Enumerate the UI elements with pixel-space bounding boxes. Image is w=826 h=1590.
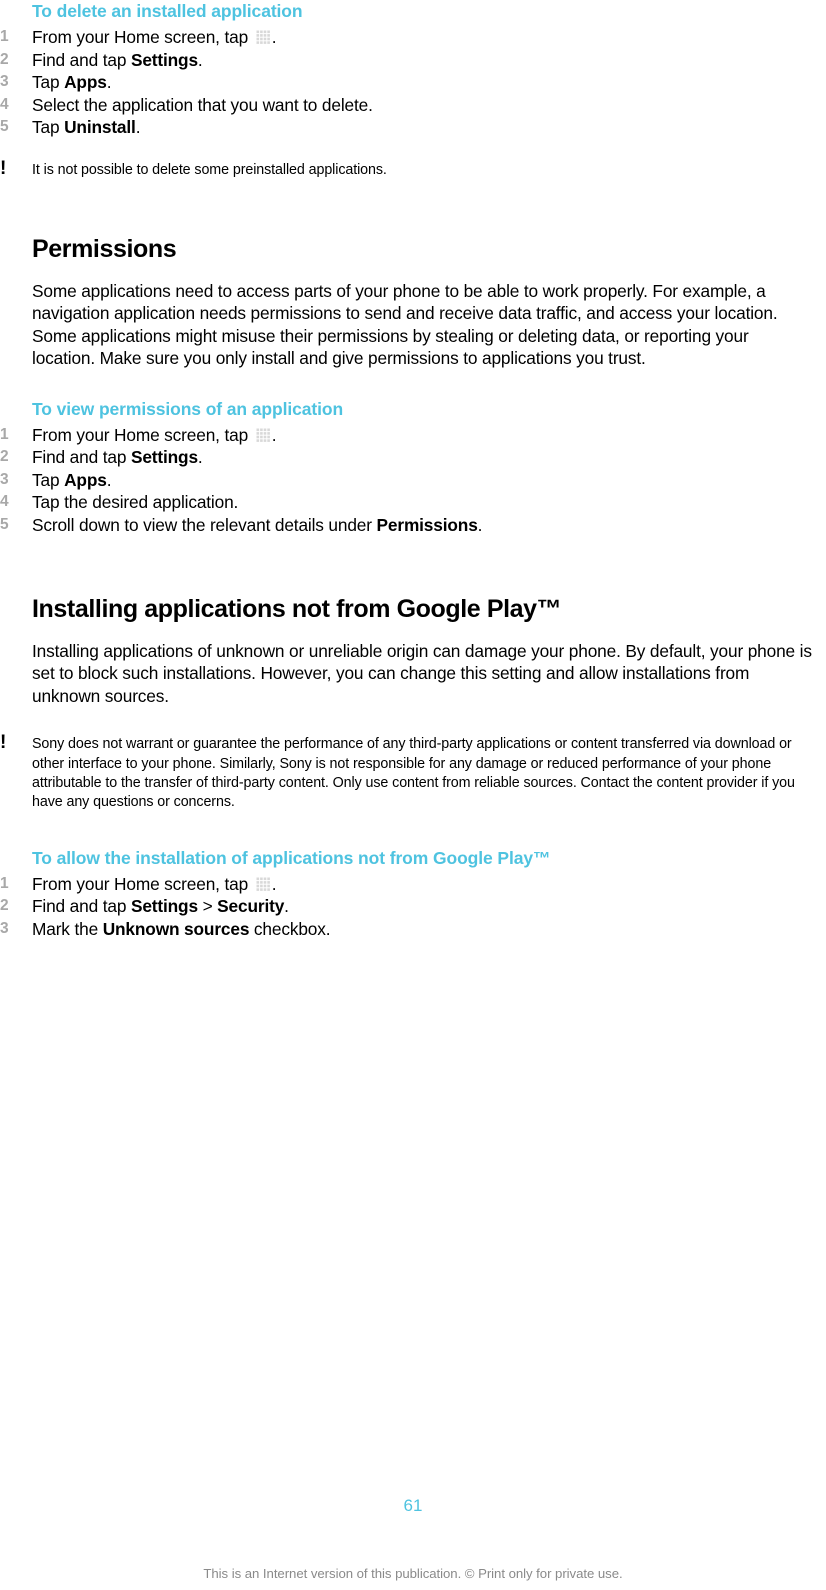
step-text-pre: Tap — [32, 117, 65, 137]
heading-view-permissions: To view permissions of an application — [32, 398, 344, 419]
app-drawer-grid-icon — [255, 876, 271, 892]
list-item: 5 Scroll down to view the relevant detai… — [0, 514, 826, 537]
heading-allow-installation-not-google-play: To allow the installation of application… — [32, 847, 551, 868]
step-number: 3 — [0, 73, 9, 90]
note-text: Sony does not warrant or guarantee the p… — [32, 736, 795, 811]
step-text-bold-2: Security — [217, 896, 285, 917]
step-text-bold: Settings — [130, 896, 198, 917]
step-text-pre: Find and tap — [32, 896, 131, 917]
step-text-bold: Apps — [64, 72, 107, 92]
step-number: 5 — [0, 515, 9, 533]
step-text-pre: From your Home screen, tap — [32, 873, 253, 894]
step-number: 2 — [0, 897, 9, 915]
step-text-separator: > — [197, 896, 218, 917]
step-number: 4 — [0, 95, 9, 113]
list-item: 1 From your Home screen, tap . — [0, 873, 826, 896]
step-number: 5 — [0, 118, 9, 135]
page-content: To delete an installed application 1 Fro… — [0, 0, 826, 940]
step-text-bold: Unknown sources — [102, 918, 250, 939]
step-text-bold: Settings — [130, 447, 198, 468]
step-text-pre: Find and tap — [32, 49, 131, 70]
step-text-post: . — [106, 469, 112, 490]
step-text-pre: Select the application that you want to … — [32, 94, 373, 115]
steps-delete-app: 1 From your Home screen, tap . 2 Find an… — [0, 26, 826, 139]
step-number: 3 — [0, 919, 9, 937]
step-text-bold: Uninstall — [64, 117, 136, 137]
step-number: 4 — [0, 493, 9, 511]
step-text-post: . — [271, 424, 277, 445]
step-text-pre: From your Home screen, tap — [32, 424, 253, 445]
step-text-bold: Apps — [64, 469, 107, 490]
step-text-post: . — [106, 72, 112, 92]
note-delete-preinstalled: ! It is not possible to delete some prei… — [0, 158, 820, 180]
note-sony-disclaimer: ! Sony does not warrant or guarantee the… — [0, 733, 820, 813]
step-text-pre: From your Home screen, tap — [32, 27, 253, 47]
step-text-post: . — [477, 514, 483, 535]
step-text-bold: Settings — [130, 49, 198, 70]
list-item: 2 Find and tap Settings. — [0, 446, 826, 469]
list-item: 3 Tap Apps. — [0, 469, 826, 492]
step-text-post: checkbox. — [249, 918, 331, 939]
list-item: 3 Tap Apps. — [0, 71, 826, 94]
step-number: 2 — [0, 50, 9, 68]
list-item: 1 From your Home screen, tap . — [0, 26, 826, 49]
app-drawer-grid-icon — [255, 30, 271, 45]
step-text-post: . — [197, 447, 203, 468]
step-number: 1 — [0, 28, 9, 45]
note-text: It is not possible to delete some preins… — [32, 161, 387, 178]
step-number: 1 — [0, 874, 9, 892]
app-drawer-grid-icon — [255, 427, 271, 443]
document-page: To delete an installed application 1 Fro… — [0, 0, 826, 1590]
step-text-pre: Tap — [32, 469, 65, 490]
heading-permissions: Permissions — [32, 234, 177, 263]
step-text-bold: Permissions — [376, 514, 478, 535]
step-text-post: . — [271, 27, 277, 47]
step-text-post: . — [197, 49, 203, 70]
list-item: 4 Tap the desired application. — [0, 491, 826, 514]
step-text-post: . — [135, 117, 141, 137]
step-text-pre: Tap the desired application. — [32, 492, 239, 513]
footer-copyright-note: This is an Internet version of this publ… — [203, 1566, 623, 1581]
step-number: 2 — [0, 448, 9, 466]
step-text-post: . — [284, 896, 289, 917]
warning-icon: ! — [0, 732, 7, 754]
list-item: 2 Find and tap Settings > Security. — [0, 895, 826, 918]
list-item: 1 From your Home screen, tap . — [0, 424, 826, 447]
list-item: 5 Tap Uninstall. — [0, 116, 826, 139]
list-item: 4 Select the application that you want t… — [0, 94, 826, 117]
step-number: 1 — [0, 425, 9, 443]
page-number: 61 — [403, 1496, 423, 1515]
warning-icon: ! — [0, 157, 7, 179]
step-text-post: . — [271, 873, 277, 894]
step-text-pre: Find and tap — [32, 447, 131, 468]
list-item: 2 Find and tap Settings. — [0, 49, 826, 72]
steps-view-permissions: 1 From your Home screen, tap . 2 Find an… — [0, 424, 826, 537]
heading-installing-not-google-play: Installing applications not from Google … — [32, 595, 562, 624]
step-text-pre: Tap — [32, 72, 65, 92]
paragraph-permissions: Some applications need to access parts o… — [32, 280, 778, 369]
list-item: 3 Mark the Unknown sources checkbox. — [0, 918, 826, 941]
step-text-pre: Scroll down to view the relevant details… — [32, 514, 377, 535]
paragraph-installing-not-google-play: Installing applications of unknown or un… — [32, 641, 812, 706]
step-text-pre: Mark the — [32, 918, 103, 939]
steps-allow-installation: 1 From your Home screen, tap . 2 Find an… — [0, 873, 826, 941]
step-number: 3 — [0, 470, 9, 488]
heading-delete-installed-application: To delete an installed application — [32, 1, 303, 21]
